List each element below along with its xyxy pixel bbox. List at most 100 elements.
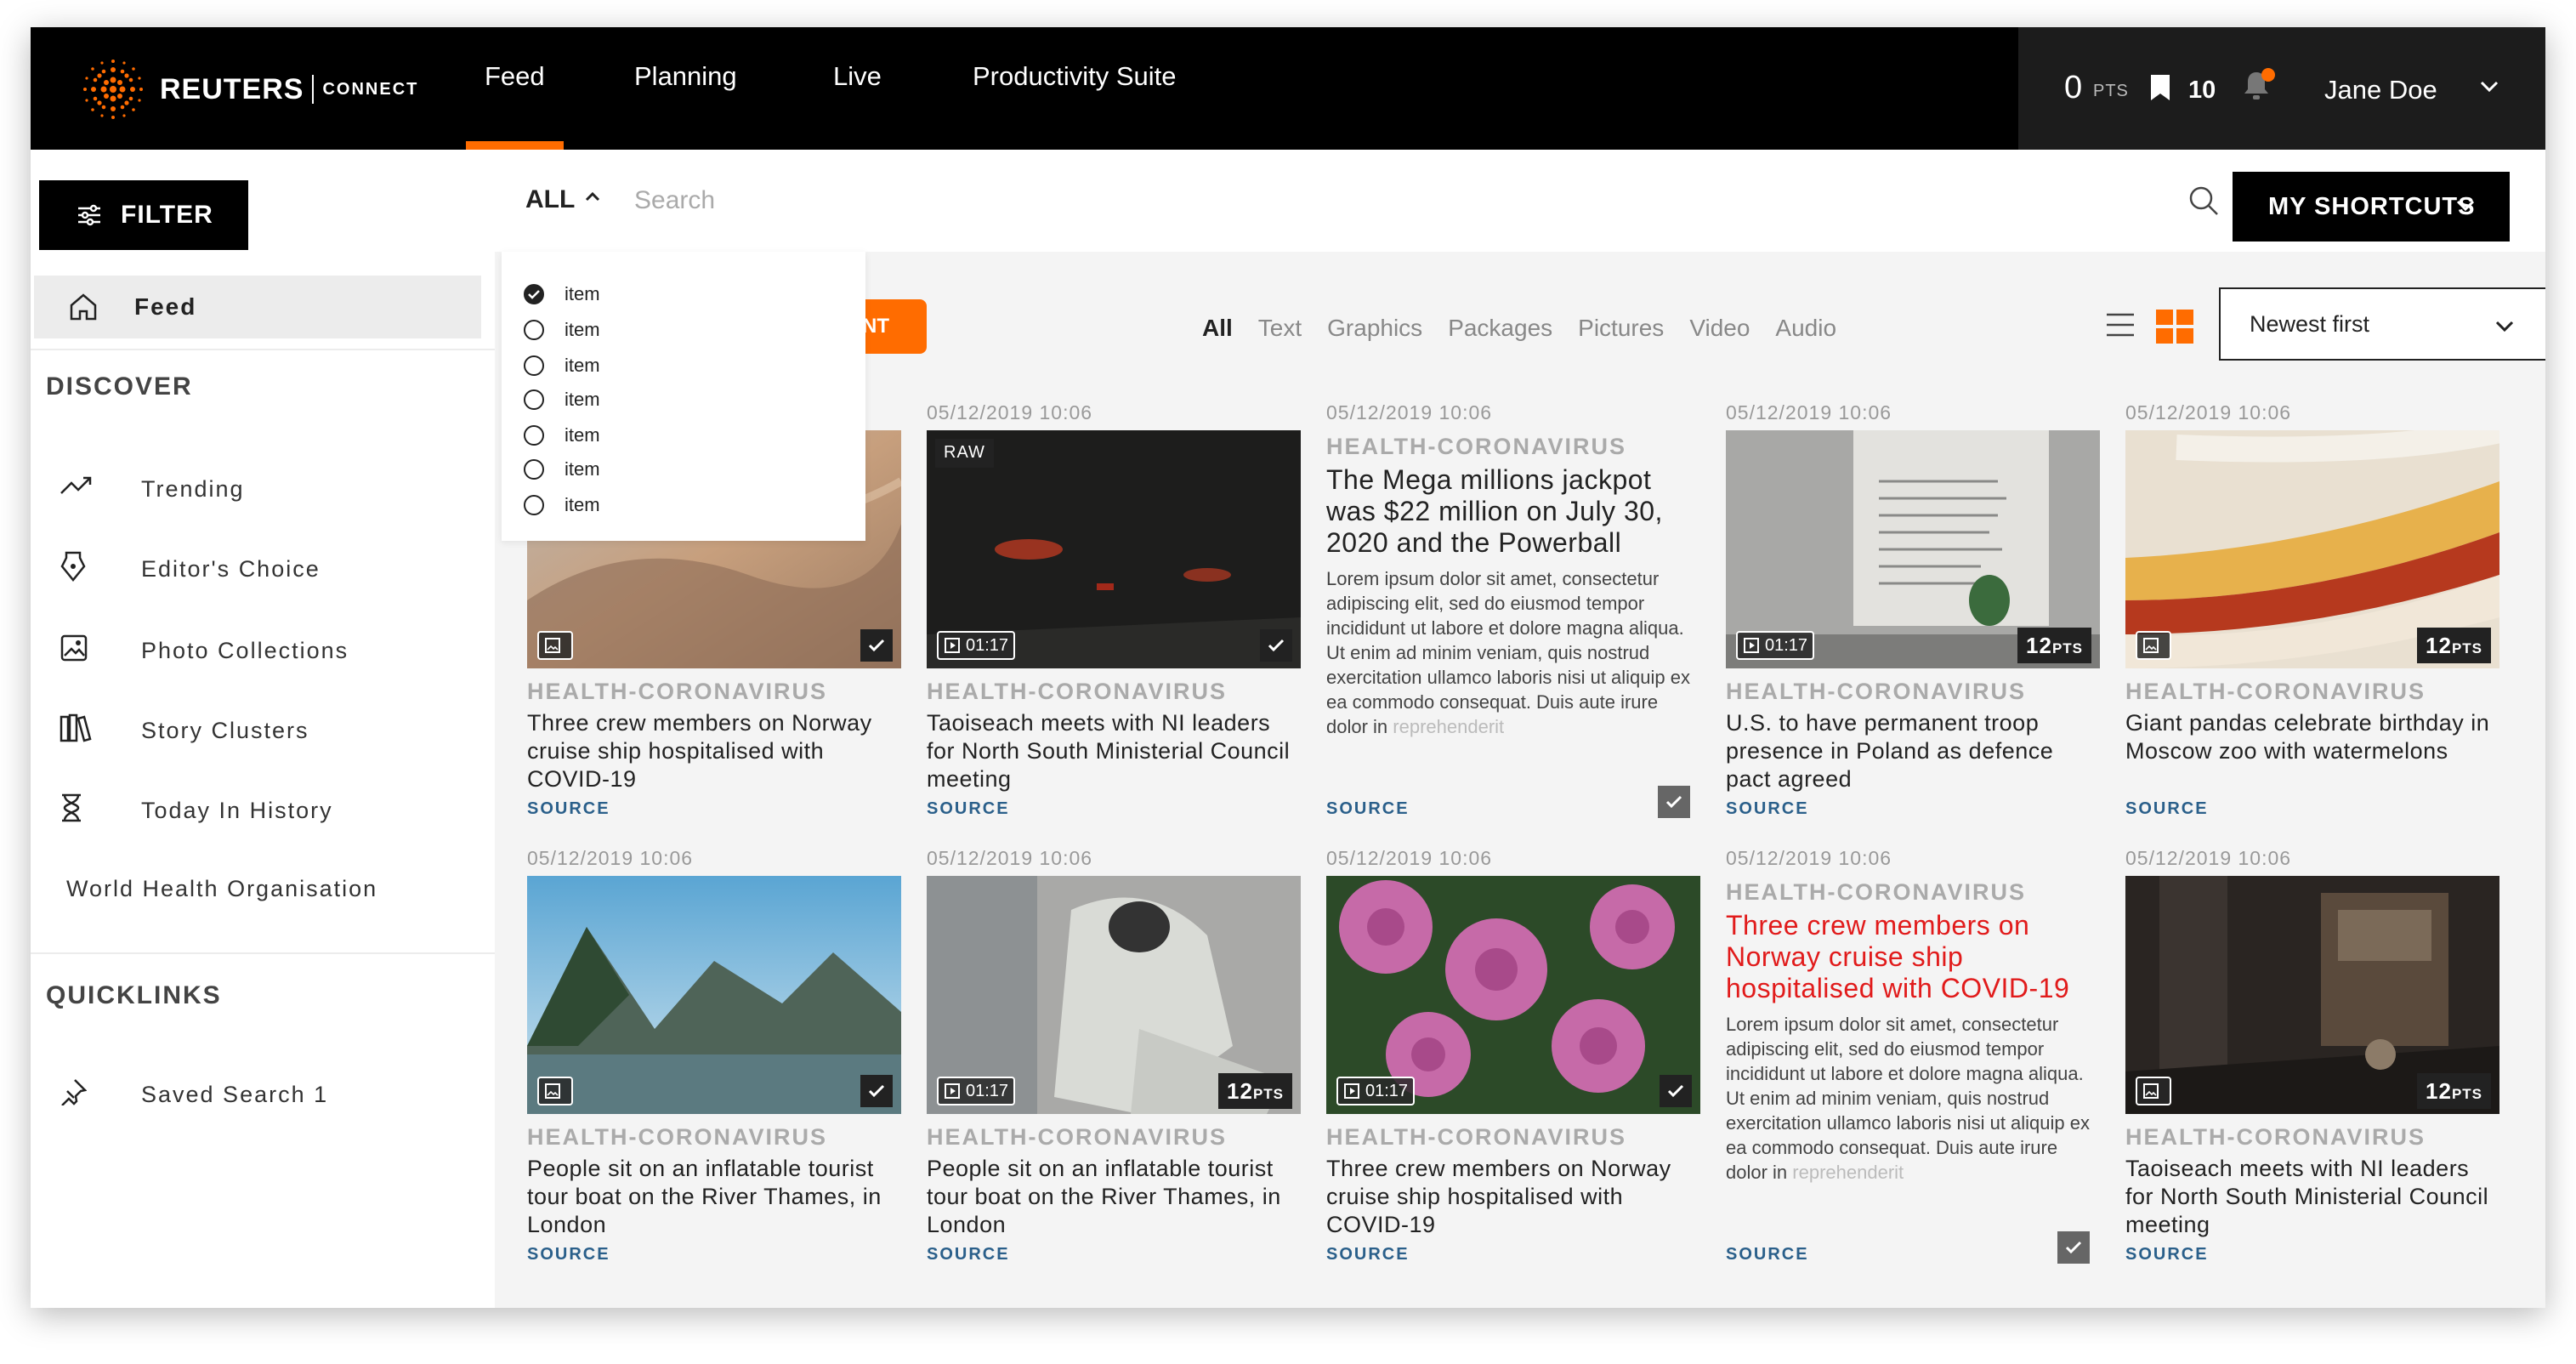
card-thumbnail[interactable]: RAW 01:17 (927, 430, 1301, 668)
card-source-link[interactable]: SOURCE (1326, 799, 1410, 819)
type-tab-audio[interactable]: Audio (1775, 315, 1836, 345)
card-source-link[interactable]: SOURCE (1326, 1245, 1410, 1265)
card-title[interactable]: Taoiseach meets with NI leaders for Nort… (2125, 1155, 2499, 1239)
sidebar-item-photo-collections[interactable]: Photo Collections (60, 629, 349, 672)
sidebar-item-world-health-organisation[interactable]: World Health Organisation (66, 867, 377, 910)
card-title[interactable]: People sit on an inflatable tourist tour… (927, 1155, 1301, 1239)
points-count[interactable]: 0 (2064, 70, 2082, 106)
card-title[interactable]: U.S. to have permanent troop presence in… (1726, 709, 2100, 793)
bookmark-count[interactable]: 10 (2188, 77, 2216, 105)
sidebar-item-trending[interactable]: Trending (60, 468, 245, 510)
content-card[interactable]: 05/12/2019 10:06 01:17 12PTS HEALTH-CORO… (1726, 401, 2100, 818)
nav-tab-feed[interactable]: Feed (466, 61, 564, 150)
list-view-icon[interactable] (2105, 311, 2136, 338)
card-source-link[interactable]: SOURCE (927, 1245, 1010, 1265)
card-thumbnail[interactable]: 01:17 12PTS (1726, 430, 2100, 668)
sidebar-item-today-in-history[interactable]: Today In History (60, 789, 333, 832)
dropdown-option[interactable]: item (524, 352, 600, 379)
card-source-link[interactable]: SOURCE (1726, 799, 1809, 819)
card-title[interactable]: People sit on an inflatable tourist tour… (527, 1155, 901, 1239)
bookmark-icon[interactable] (2149, 73, 2171, 102)
content-card[interactable]: 05/12/2019 10:06 01:17 HEALTH-CORONAVIRU… (1326, 847, 1700, 1264)
card-thumbnail[interactable]: 01:17 12PTS (927, 876, 1301, 1114)
type-tab-graphics[interactable]: Graphics (1327, 315, 1422, 345)
card-source-link[interactable]: SOURCE (927, 799, 1010, 819)
search-icon[interactable] (2187, 184, 2221, 218)
type-tab-video[interactable]: Video (1689, 315, 1750, 345)
selected-check-icon[interactable] (1260, 629, 1292, 662)
radio-icon (524, 425, 544, 446)
select-check-icon[interactable] (2057, 1231, 2090, 1264)
type-tab-packages[interactable]: Packages (1448, 315, 1552, 345)
sidebar-item-editors-choice[interactable]: Editor's Choice (60, 548, 321, 590)
chevron-down-icon[interactable] (2479, 80, 2499, 94)
dropdown-option[interactable]: item (524, 386, 600, 413)
selected-check-icon[interactable] (860, 1075, 893, 1107)
card-title[interactable]: Giant pandas celebrate birthday in Mosco… (2125, 709, 2499, 765)
user-name[interactable]: Jane Doe (2324, 75, 2437, 105)
points-badge: 12PTS (1218, 1073, 1292, 1109)
search-input[interactable] (634, 177, 1994, 224)
card-title[interactable]: Three crew members on Norway cruise ship… (527, 709, 901, 793)
my-shortcuts-button[interactable]: MY SHORTCUTS (2233, 172, 2510, 242)
card-title[interactable]: Taoiseach meets with NI leaders for Nort… (927, 709, 1301, 793)
reuters-connect-logo[interactable]: REUTERS CONNECT (82, 60, 430, 119)
content-card[interactable]: 05/12/2019 10:06 HEALTH-CORONAVIRUS Peop… (527, 847, 901, 1264)
selected-check-icon[interactable] (1660, 1075, 1692, 1107)
card-source-link[interactable]: SOURCE (1726, 1245, 1809, 1265)
video-duration: 01:17 (966, 635, 1009, 655)
nav-tab-live[interactable]: Live (833, 61, 882, 150)
sidebar-item-feed[interactable]: Feed (34, 276, 481, 338)
nav-tab-planning[interactable]: Planning (634, 61, 737, 150)
sort-select[interactable]: Newest first (2219, 287, 2545, 361)
search-scope-select[interactable]: ALL (525, 185, 575, 214)
type-tab-all[interactable]: All (1202, 315, 1233, 345)
sidebar-item-label: Today In History (141, 797, 333, 823)
dropdown-option-label: item (565, 424, 600, 446)
card-category: HEALTH-CORONAVIRUS (927, 679, 1227, 704)
points-badge: 12PTS (2417, 1073, 2491, 1109)
card-source-link[interactable]: SOURCE (2125, 799, 2209, 819)
dropdown-option[interactable]: item (524, 456, 600, 483)
dropdown-option[interactable]: item (524, 316, 600, 344)
content-card[interactable]: 05/12/2019 10:06 01:17 12PTS HEALTH-CORO… (927, 847, 1301, 1264)
radio-icon (524, 459, 544, 480)
type-tab-pictures[interactable]: Pictures (1578, 315, 1664, 345)
card-thumbnail[interactable]: 12PTS (2125, 876, 2499, 1114)
card-source-link[interactable]: SOURCE (2125, 1245, 2209, 1265)
content-card[interactable]: 05/12/2019 10:06 12PTS HEALTH-CORONAVIRU… (2125, 847, 2499, 1264)
dropdown-option[interactable]: item (524, 492, 600, 519)
sort-select-value: Newest first (2250, 310, 2370, 337)
sidebar-item-story-clusters[interactable]: Story Clusters (60, 709, 309, 752)
logo-divider (312, 75, 315, 104)
grid-view-icon[interactable] (2156, 310, 2193, 344)
points-value: 12 (2426, 1078, 2452, 1104)
pen-nib-icon (60, 551, 86, 582)
sidebar-item-label: Saved Search 1 (141, 1081, 329, 1107)
card-source-link[interactable]: SOURCE (527, 1245, 610, 1265)
card-thumbnail[interactable]: 01:17 (1326, 876, 1700, 1114)
chevron-up-icon[interactable] (585, 190, 600, 202)
card-thumbnail[interactable] (527, 876, 901, 1114)
type-tab-text[interactable]: Text (1258, 315, 1302, 345)
select-check-icon[interactable] (1658, 786, 1690, 818)
nav-tab-productivity-suite[interactable]: Productivity Suite (973, 61, 1177, 150)
dropdown-option[interactable]: item (524, 422, 600, 449)
discover-heading: DISCOVER (46, 372, 193, 401)
content-card[interactable]: 05/12/2019 10:06 RAW 01:17 HEALTH-CORONA… (927, 401, 1301, 818)
content-card[interactable]: 05/12/2019 10:06 HEALTH-CORONAVIRUS Thre… (1726, 847, 2100, 1264)
sidebar-item-saved-search[interactable]: Saved Search 1 (60, 1073, 328, 1116)
card-title[interactable]: Three crew members on Norway cruise ship… (1326, 1155, 1700, 1239)
card-title[interactable]: Three crew members on Norway cruise ship… (1726, 910, 2100, 1004)
card-title[interactable]: The Mega millions jackpot was $22 millio… (1326, 464, 1700, 559)
content-card[interactable]: 05/12/2019 10:06 HEALTH-CORONAVIRUS The … (1326, 401, 1700, 818)
dropdown-option[interactable]: item (524, 281, 600, 308)
content-card[interactable]: 05/12/2019 10:06 12PTS HEALTH-CORONAVIRU… (2125, 401, 2499, 818)
dropdown-option-label: item (565, 355, 600, 376)
filter-button[interactable]: FILTER (39, 180, 248, 250)
selected-check-icon[interactable] (860, 629, 893, 662)
card-thumbnail[interactable]: 12PTS (2125, 430, 2499, 668)
card-source-link[interactable]: SOURCE (527, 799, 610, 819)
top-navigation-bar: REUTERS CONNECT Feed Planning Live Produ… (31, 27, 2545, 150)
card-category: HEALTH-CORONAVIRUS (527, 1124, 827, 1150)
